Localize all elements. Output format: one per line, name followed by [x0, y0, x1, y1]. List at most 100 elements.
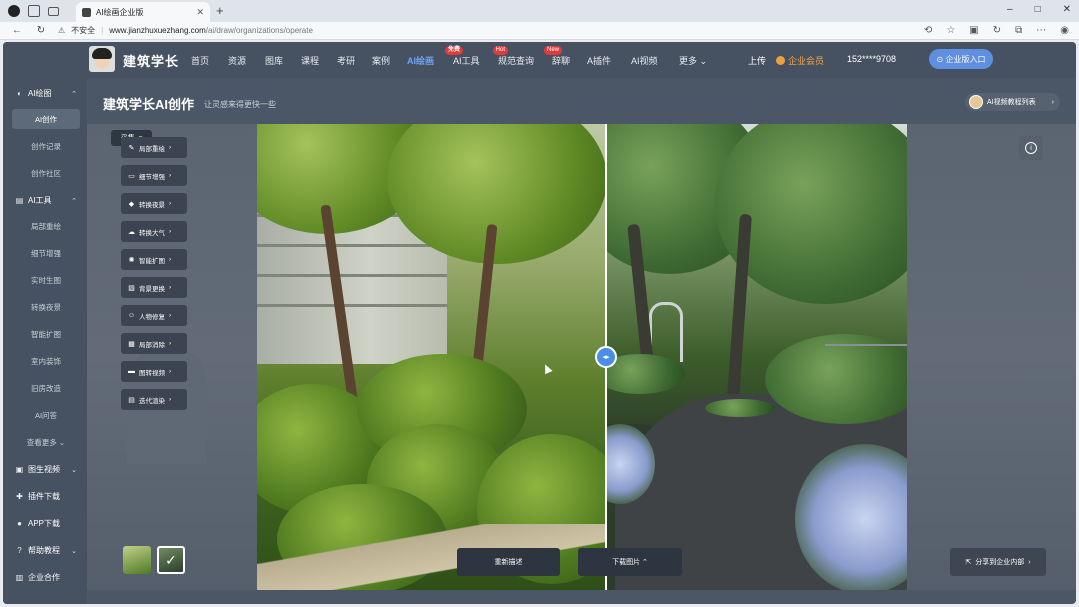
brand-avatar-logo[interactable] — [89, 46, 115, 72]
app-icon: ● — [17, 519, 22, 528]
sidebar-item-ai-create[interactable]: AI创作 — [12, 109, 80, 129]
chevron-right-icon: › — [169, 256, 172, 263]
nav-item-cases[interactable]: 案例 — [372, 54, 407, 67]
chevron-right-icon: › — [169, 228, 172, 235]
collections-icon[interactable]: ⧉ — [1015, 25, 1022, 36]
nav-item-gallery[interactable]: 图库 — [265, 54, 301, 67]
enterprise-entry-button[interactable]: ⊙ 企业版入口 — [929, 49, 993, 69]
extension-icon[interactable]: ▣ — [969, 25, 978, 36]
close-tab-icon[interactable]: ✕ — [196, 7, 204, 18]
tool-local-erase[interactable]: ▦ 局部消除 › — [121, 333, 187, 354]
chevron-down-icon: ⌄ — [699, 56, 708, 66]
thumbnail-selected[interactable]: ✓ — [157, 546, 185, 574]
tab-actions-icon[interactable] — [48, 6, 59, 16]
palette-icon: ◐ — [17, 89, 22, 98]
sidebar-group-enterprise[interactable]: ▥ 企业合作 — [15, 572, 77, 583]
sidebar-item-renovation[interactable]: 旧房改造 — [12, 378, 80, 398]
info-button[interactable]: i — [1019, 136, 1043, 160]
minimize-icon[interactable]: – — [1007, 4, 1013, 15]
brand-name[interactable]: 建筑学长 — [123, 51, 179, 70]
sidebar-item-expand[interactable]: 智能扩图 — [12, 324, 80, 344]
chevron-right-icon: › — [169, 396, 172, 403]
sidebar-item-night-view[interactable]: 转换夜景 — [12, 297, 80, 317]
sidebar-item-community[interactable]: 创作社区 — [12, 163, 80, 183]
nav-item-ai-tools[interactable]: AI工具 Hot — [453, 46, 508, 67]
nav-item-plugin[interactable]: A插件 — [587, 54, 631, 67]
nav-item-chat[interactable]: 辞聊 — [552, 54, 587, 67]
copilot-icon[interactable]: ◉ — [1060, 25, 1069, 36]
refresh-ext-icon[interactable]: ↻ — [993, 25, 1001, 36]
nav-item-home[interactable]: 首页 — [191, 54, 228, 67]
bucket-icon: ◆ — [128, 200, 135, 208]
tool-smart-expand[interactable]: ✺ 智能扩图 › — [121, 249, 187, 270]
vip-link[interactable]: 企业会员 — [776, 54, 824, 67]
sidebar-item-create-history[interactable]: 创作记录 — [12, 136, 80, 156]
tool-image-to-video[interactable]: ▬ 图转视频 › — [121, 361, 187, 382]
regenerate-button[interactable]: 重新描述 — [457, 548, 560, 576]
back-icon[interactable]: ← — [10, 25, 24, 36]
maximize-icon[interactable]: □ — [1035, 4, 1041, 15]
sidebar-item-realtime[interactable]: 实时生图 — [12, 270, 80, 290]
film-icon: ▬ — [128, 368, 135, 375]
favicon-icon — [82, 7, 91, 17]
sidebar-group-img2video[interactable]: ▣ 图生视频 ⌄ — [15, 464, 77, 475]
more-menu-icon[interactable]: ⋯ — [1036, 25, 1046, 36]
thumbnail-original[interactable] — [123, 546, 151, 574]
building-icon: ▥ — [15, 573, 24, 582]
sidebar-group-help[interactable]: ? 帮助教程 ⌄ — [15, 545, 77, 556]
chevron-right-icon: › — [169, 200, 172, 207]
sidebar-item-detail-enhance[interactable]: 细节增强 — [12, 243, 80, 263]
tool-local-repaint[interactable]: ✎ 局部重绘 › — [121, 137, 187, 158]
sidebar-group-plugin[interactable]: ✚ 插件下载 — [15, 491, 77, 502]
sidebar-group-ai-tools[interactable]: ▤ AI工具 ⌃ — [15, 195, 77, 206]
video-tutorial-list-button[interactable]: AI视频教程列表 › — [965, 93, 1060, 111]
profile-icon[interactable] — [8, 5, 20, 17]
url-field[interactable]: ⚠ 不安全 | www.jianzhuxuezhang.com/ai/draw/… — [58, 25, 313, 36]
nav-item-courses[interactable]: 课程 — [301, 54, 337, 67]
tool-iterative-render[interactable]: ▤ 迭代渲染 › — [121, 389, 187, 410]
tool-night-view[interactable]: ◆ 转换夜景 › — [121, 193, 187, 214]
favorite-star-icon[interactable]: ☆ — [946, 25, 955, 36]
upload-link[interactable]: 上传 — [748, 54, 766, 67]
nav-item-spec-query[interactable]: 规范查询 New — [498, 46, 562, 67]
close-window-icon[interactable]: ✕ — [1063, 4, 1071, 15]
translate-icon[interactable]: ⟲ — [924, 25, 932, 36]
reload-icon[interactable]: ↻ — [34, 25, 48, 36]
browser-tab-active[interactable]: AI绘画企业版 ✕ — [76, 2, 210, 22]
sidebar-item-see-more[interactable]: 查看更多 ⌄ — [12, 432, 80, 452]
checkmark-icon: ✓ — [165, 551, 177, 568]
tool-background-replace[interactable]: ▨ 背景更换 › — [121, 277, 187, 298]
nav-item-resources[interactable]: 资源 — [228, 54, 265, 67]
vip-coin-icon — [776, 56, 785, 65]
tool-portrait-fix[interactable]: ☺ 人物修复 › — [121, 305, 187, 326]
window-controls: – □ ✕ — [1007, 4, 1071, 15]
chevron-right-icon: › — [169, 340, 172, 347]
user-phone[interactable]: 152****9708 — [847, 54, 896, 64]
compare-slider-handle[interactable]: ◂▸ — [595, 346, 617, 368]
url-separator: | — [101, 26, 104, 35]
nav-item-ai-draw[interactable]: AI绘画 免费 — [407, 46, 463, 67]
tool-atmosphere[interactable]: ☁ 转换大气 › — [121, 221, 187, 242]
nav-item-more[interactable]: 更多 ⌄ — [679, 54, 719, 67]
nav-item-exam[interactable]: 考研 — [337, 54, 372, 67]
enterprise-icon: ⊙ — [936, 54, 944, 64]
tool-detail-enhance[interactable]: ▭ 细节增强 › — [121, 165, 187, 186]
sidebar-item-ai-qa[interactable]: AI问答 — [12, 405, 80, 425]
share-enterprise-button[interactable]: ⇱ 分享到企业内部 › — [950, 548, 1046, 576]
sidebar-item-local-repaint[interactable]: 局部重绘 — [12, 216, 80, 236]
video-icon: ▣ — [15, 465, 24, 474]
nav-item-ai-video[interactable]: AI视频 — [631, 54, 679, 67]
toolbox-icon: ▤ — [15, 196, 24, 205]
url-path: /ai/draw/organizations/operate — [205, 26, 313, 35]
chevron-right-icon: › — [1028, 558, 1031, 566]
chevron-right-icon: › — [169, 368, 172, 375]
workspaces-icon[interactable] — [28, 5, 40, 17]
download-button[interactable]: 下载图片 ⌃ — [578, 548, 682, 576]
page-title: 建筑学长AI创作 — [103, 97, 195, 112]
sidebar-group-ai-draw[interactable]: ◐ AI绘图 ⌃ — [15, 88, 77, 99]
new-tab-icon[interactable]: + — [216, 3, 224, 18]
chevron-right-icon: › — [169, 312, 172, 319]
sidebar-group-app[interactable]: ● APP下载 — [15, 518, 77, 529]
info-icon: i — [1025, 142, 1037, 154]
sidebar-item-interior[interactable]: 室内装饰 — [12, 351, 80, 371]
